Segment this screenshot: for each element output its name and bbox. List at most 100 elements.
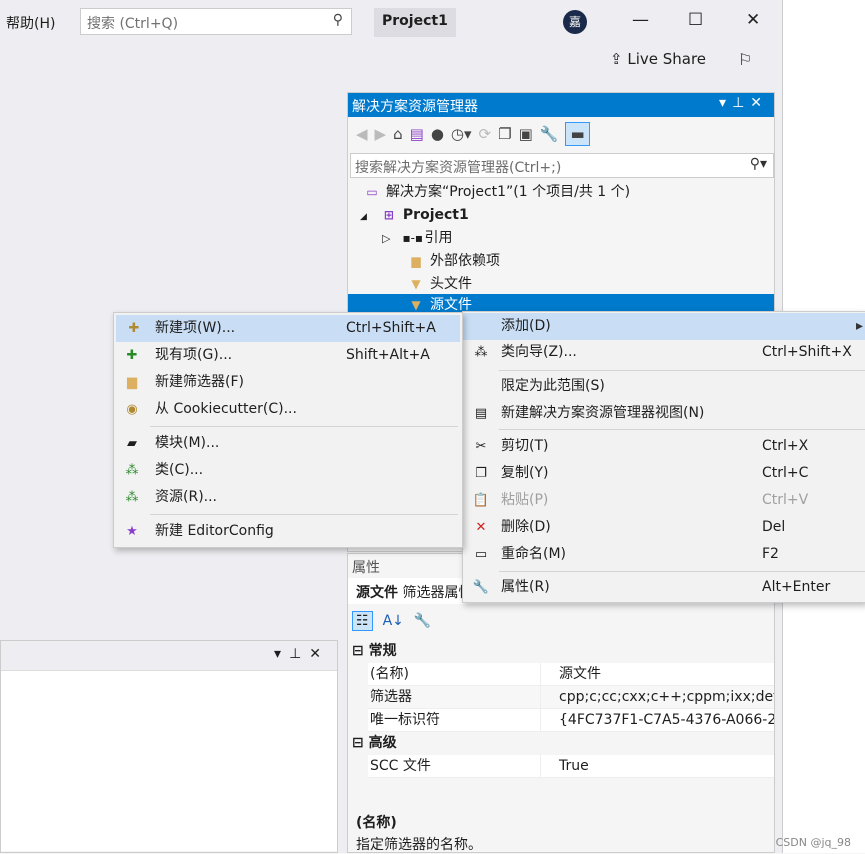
menu-shortcut: Alt+Enter	[762, 579, 831, 595]
menu-item-new-view[interactable]: ▤ 新建解决方案资源管理器视图(N)	[463, 400, 865, 427]
dropdown-icon[interactable]: ▾	[719, 95, 732, 111]
property-key: (名称)	[370, 666, 409, 682]
live-share-label: Live Share	[627, 50, 707, 68]
expander-icon[interactable]: ◢	[360, 212, 367, 222]
menu-item-new-filter[interactable]: ▆ 新建筛选器(F)	[114, 369, 462, 396]
menu-item-module[interactable]: ▰ 模块(M)...	[114, 430, 462, 457]
menu-label: 新建解决方案资源管理器视图(N)	[501, 405, 705, 421]
property-value[interactable]: True	[540, 755, 774, 778]
tree-item-external-deps[interactable]: ▆ 外部依赖项	[348, 250, 774, 273]
share-icon: ⇪	[610, 50, 628, 68]
property-value[interactable]: cpp;c;cc;cxx;c++;cppm;ixx;def	[540, 686, 774, 709]
property-value[interactable]: {4FC737F1-C7A5-4376-A066-2	[540, 709, 774, 732]
wrench-icon[interactable]: 🔧	[540, 125, 559, 143]
forward-icon[interactable]: ▶	[375, 125, 387, 143]
menu-item-delete[interactable]: ✕ 删除(D) Del	[463, 514, 865, 541]
menu-label: 复制(Y)	[501, 465, 549, 481]
solution-toolbar: ◀ ▶ ⌂ ▤ ● ◷▾ ⟳ ❐ ▣ 🔧 ▬	[348, 117, 774, 151]
globe-icon[interactable]: ●	[431, 125, 444, 143]
menu-item-scope[interactable]: 限定为此范围(S)	[463, 373, 865, 400]
property-value[interactable]: 源文件	[540, 663, 774, 686]
menu-label: 类(C)...	[155, 462, 204, 478]
avatar[interactable]: 嘉	[563, 10, 587, 34]
tree-item-solution[interactable]: ▭ 解决方案“Project1”(1 个项目/共 1 个)	[348, 181, 774, 204]
menu-label: 模块(M)...	[155, 435, 220, 451]
pending-changes-icon[interactable]: ◷▾	[451, 125, 472, 143]
watermark: CSDN @jq_98	[775, 836, 851, 849]
panel-title: 解决方案资源管理器	[352, 99, 478, 115]
menu-item-class[interactable]: ⁂ 类(C)...	[114, 457, 462, 484]
pin-icon[interactable]: ⊥	[732, 95, 750, 111]
tree-item-references[interactable]: ▷ ▪-▪引用	[348, 227, 774, 250]
menu-item-existing-item[interactable]: ✚ 现有项(G)... Shift+Alt+A	[114, 342, 462, 369]
menu-shortcut: Ctrl+Shift+X	[762, 344, 852, 360]
menu-item-editorconfig[interactable]: ★ 新建 EditorConfig	[114, 518, 462, 545]
property-pages-icon[interactable]: 🔧	[414, 613, 431, 629]
property-row[interactable]: (名称) 源文件	[368, 663, 774, 686]
project-icon: ⊞	[383, 208, 394, 222]
property-row[interactable]: 筛选器 cpp;c;cc;cxx;c++;cppm;ixx;def	[368, 686, 774, 709]
submenu-arrow-icon: ▸	[855, 318, 863, 334]
menu-item-properties[interactable]: 🔧 属性(R) Alt+Enter	[463, 574, 865, 601]
category-label: 常规	[368, 643, 397, 659]
menu-item-new-item[interactable]: ✚ 新建项(W)... Ctrl+Shift+A	[116, 315, 460, 342]
menu-label: 新建 EditorConfig	[155, 523, 274, 539]
maximize-button[interactable]: ☐	[688, 10, 703, 30]
tree-item-header-files[interactable]: ▼ 头文件	[348, 273, 774, 296]
expander-icon[interactable]: ▷	[382, 232, 390, 245]
class-wizard-icon: ⁂	[474, 345, 488, 360]
dropdown-icon[interactable]: ▾	[274, 646, 289, 662]
show-all-files-icon[interactable]: ▣	[519, 125, 533, 143]
object-name: 源文件	[356, 585, 398, 601]
property-key: SCC 文件	[370, 758, 431, 774]
existing-item-icon: ✚	[126, 348, 138, 363]
add-submenu: ✚ 新建项(W)... Ctrl+Shift+A ✚ 现有项(G)... Shift+A…	[113, 312, 463, 548]
menu-item-add[interactable]: 添加(D) ▸	[463, 313, 865, 340]
home-icon[interactable]: ⌂	[393, 125, 403, 143]
menu-shortcut: Ctrl+Shift+A	[346, 320, 436, 336]
menu-label: 剪切(T)	[501, 438, 549, 454]
pin-icon[interactable]: ⊥	[289, 646, 309, 662]
live-share-button[interactable]: ⇪ Live Share	[610, 50, 706, 68]
title-bar: 帮助(H) 搜索 (Ctrl+Q) ⚲ Project1 嘉 — ☐ ✕	[0, 0, 782, 46]
menu-label: 资源(R)...	[155, 489, 218, 505]
refresh-icon[interactable]: ⟳	[479, 125, 492, 143]
preview-icon[interactable]: ▬	[565, 122, 590, 146]
copy-icon: ❐	[475, 466, 487, 481]
menu-shortcut: Ctrl+V	[762, 492, 809, 508]
close-button[interactable]: ✕	[746, 10, 760, 30]
menu-label: 限定为此范围(S)	[501, 378, 605, 394]
vs-switch-view-icon[interactable]: ▤	[410, 125, 424, 143]
tree-label: 解决方案“Project1”(1 个项目/共 1 个)	[386, 184, 631, 200]
menu-item-resource[interactable]: ⁂ 资源(R)...	[114, 484, 462, 511]
close-icon[interactable]: ✕	[750, 95, 768, 111]
collapse-all-icon[interactable]: ❐	[498, 125, 511, 143]
menu-item-paste[interactable]: 📋 粘贴(P) Ctrl+V	[463, 487, 865, 514]
menu-shortcut: Shift+Alt+A	[346, 347, 430, 363]
menu-label: 删除(D)	[501, 519, 551, 535]
menu-help[interactable]: 帮助(H)	[6, 13, 55, 33]
property-row[interactable]: 唯一标识符 {4FC737F1-C7A5-4376-A066-2	[368, 709, 774, 732]
category-general[interactable]: ⊟ 常规	[352, 640, 397, 660]
solution-search-input[interactable]: 搜索解决方案资源管理器(Ctrl+;) ⚲▾	[350, 153, 774, 178]
property-key: 唯一标识符	[370, 712, 440, 728]
menu-item-rename[interactable]: ▭ 重命名(M) F2	[463, 541, 865, 568]
search-box[interactable]: 搜索 (Ctrl+Q) ⚲	[80, 8, 352, 35]
alphabetical-icon[interactable]: A↓	[383, 613, 404, 629]
menu-item-copy[interactable]: ❐ 复制(Y) Ctrl+C	[463, 460, 865, 487]
new-view-icon: ▤	[474, 406, 488, 421]
menu-item-cookiecutter[interactable]: ◉ 从 Cookiecutter(C)...	[114, 396, 462, 423]
editorconfig-icon: ★	[126, 524, 138, 539]
menu-item-class-wizard[interactable]: ⁂ 类向导(Z)... Ctrl+Shift+X	[463, 339, 865, 366]
menu-label: 现有项(G)...	[155, 347, 233, 363]
feedback-icon[interactable]: ⚐	[738, 50, 752, 69]
close-icon[interactable]: ✕	[309, 646, 329, 662]
menu-item-cut[interactable]: ✂ 剪切(T) Ctrl+X	[463, 433, 865, 460]
property-row[interactable]: SCC 文件 True	[368, 755, 774, 778]
tree-item-project[interactable]: ◢ ⊞ Project1	[348, 204, 774, 227]
back-icon[interactable]: ◀	[356, 125, 368, 143]
category-advanced[interactable]: ⊟ 高级	[352, 732, 397, 752]
minimize-button[interactable]: —	[632, 10, 649, 30]
categorized-icon[interactable]: ☷	[352, 611, 373, 631]
cookiecutter-icon: ◉	[126, 402, 138, 417]
